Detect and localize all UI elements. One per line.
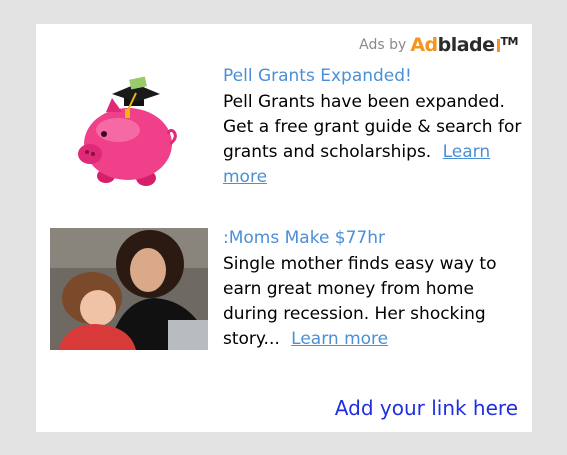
logo-blade-text: blade — [437, 34, 495, 56]
ads-by-attribution[interactable]: Ads by Ad blade TM — [359, 34, 518, 56]
photo-mother-child-icon — [50, 228, 208, 350]
ad-description: Single mother finds easy way to earn gre… — [223, 252, 523, 352]
add-your-link-button[interactable]: Add your link here — [335, 396, 518, 420]
ad-unit: Ads by Ad blade TM Pell Grants Expanded!… — [36, 24, 532, 432]
ad-title-link[interactable]: :Moms Make $77hr — [223, 228, 385, 248]
learn-more-link[interactable]: Learn more — [291, 329, 388, 349]
ad-thumbnail-piggy-bank[interactable] — [72, 72, 182, 192]
ad-item-pell-grants[interactable]: Pell Grants Expanded! Pell Grants have b… — [36, 60, 532, 200]
ad-title-link[interactable]: Pell Grants Expanded! — [223, 66, 412, 86]
ads-by-label: Ads by — [359, 37, 407, 53]
logo-trademark: TM — [500, 35, 519, 48]
logo-ad-text: Ad — [410, 34, 438, 56]
logo-bar-mark — [496, 38, 500, 52]
ad-thumbnail-mother-child[interactable] — [50, 228, 208, 350]
adblade-logo[interactable]: Ad blade TM — [410, 34, 518, 56]
ad-description: Pell Grants have been expanded. Get a fr… — [223, 90, 523, 190]
piggy-bank-icon — [78, 76, 177, 186]
ad-item-moms-make[interactable]: :Moms Make $77hr Single mother finds eas… — [36, 228, 532, 368]
